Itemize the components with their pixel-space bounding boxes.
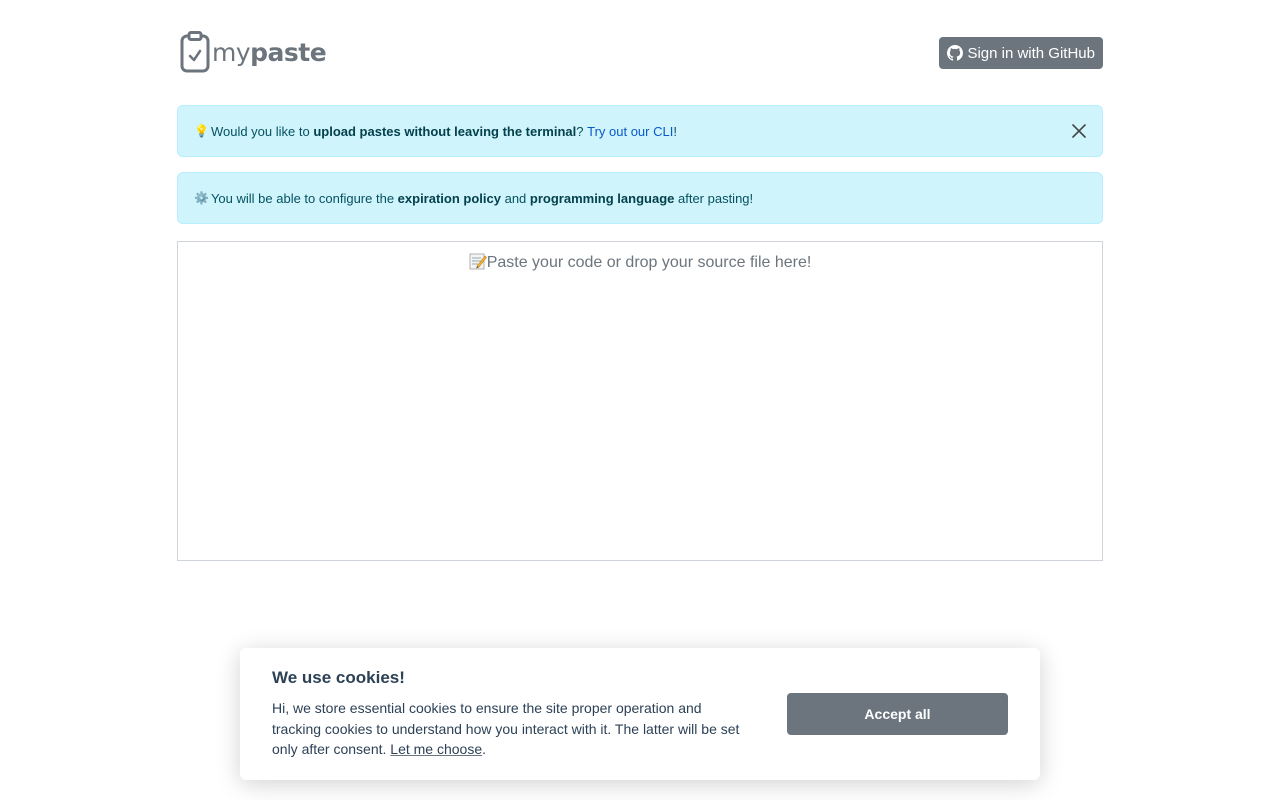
gear-icon: ⚙️ <box>194 191 209 205</box>
cookie-description: Hi, we store essential cookies to ensure… <box>272 700 740 757</box>
config-alert-bold-expiration: expiration policy <box>397 190 501 206</box>
close-icon[interactable] <box>1070 122 1088 140</box>
config-alert-prefix: You will be able to configure the <box>210 190 398 206</box>
config-alert-suffix: after pasting! <box>674 190 754 206</box>
logo-text: mypaste <box>212 37 327 67</box>
cookie-text: Hi, we store essential cookies to ensure… <box>272 698 742 760</box>
cli-alert: 💡 Would you like to upload pastes withou… <box>177 105 1103 157</box>
cookie-suffix: . <box>482 741 487 757</box>
lightbulb-icon: 💡 <box>194 124 209 138</box>
cli-link[interactable]: Try out our CLI <box>587 124 673 139</box>
editor-placeholder-text: Paste your code or drop your source file… <box>486 254 812 271</box>
cli-alert-middle: ? <box>576 123 588 139</box>
accept-all-button[interactable]: Accept all <box>787 693 1008 735</box>
sign-in-github-button[interactable]: Sign in with GitHub <box>939 37 1103 69</box>
cli-alert-suffix: ! <box>673 123 677 139</box>
cli-alert-bold: upload pastes without leaving the termin… <box>313 123 577 139</box>
sign-in-label: Sign in with GitHub <box>967 44 1095 62</box>
memo-icon <box>469 253 487 270</box>
github-icon <box>947 45 964 61</box>
config-alert-bold-language: programming language <box>529 190 675 206</box>
cookie-title: We use cookies! <box>272 668 405 687</box>
header: mypaste Sign in with GitHub <box>177 30 1103 74</box>
logo[interactable]: mypaste <box>180 30 327 74</box>
config-alert: ⚙️ You will be able to configure the exp… <box>177 172 1103 224</box>
cli-alert-prefix: Would you like to <box>210 123 314 139</box>
clipboard-check-icon <box>180 31 210 73</box>
let-me-choose-link[interactable]: Let me choose <box>390 741 482 757</box>
cookie-banner: We use cookies! Hi, we store essential c… <box>240 648 1040 780</box>
code-editor[interactable]: Paste your code or drop your source file… <box>177 241 1103 561</box>
config-alert-middle: and <box>500 190 530 206</box>
editor-placeholder: Paste your code or drop your source file… <box>178 252 1102 272</box>
